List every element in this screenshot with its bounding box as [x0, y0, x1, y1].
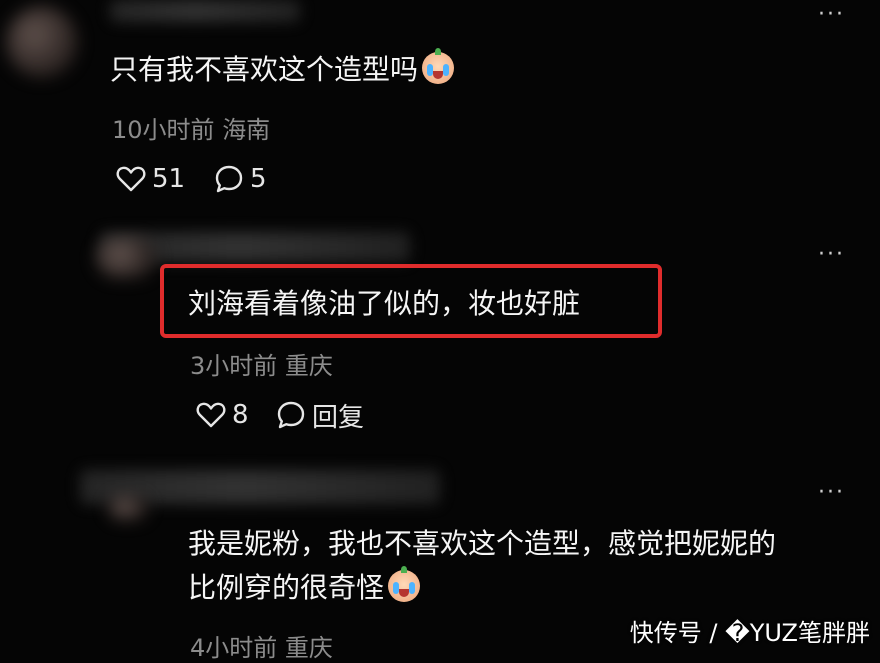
comment-location: 重庆	[284, 634, 333, 662]
comment-text: 我是妮粉，我也不喜欢这个造型，感觉把妮妮的 比例穿的很奇怪	[188, 522, 776, 610]
crying-face-icon	[388, 566, 421, 602]
like-count: 8	[232, 400, 249, 430]
like-button[interactable]: 51	[116, 162, 185, 196]
heart-icon	[196, 402, 226, 428]
comment-time: 3小时前	[190, 352, 278, 380]
comment-bubble-icon	[277, 401, 305, 429]
avatar[interactable]	[108, 496, 148, 520]
more-options-icon[interactable]: ···	[818, 244, 845, 266]
reply-button[interactable]: 5	[214, 162, 267, 196]
username-blurred[interactable]	[110, 0, 300, 22]
comment-location: 重庆	[284, 352, 333, 380]
watermark: 快传号 / �YUZ笔胖胖	[629, 619, 870, 647]
reply-button[interactable]: 回复	[276, 398, 365, 433]
comment-text-line: 我是妮粉，我也不喜欢这个造型，感觉把妮妮的	[188, 527, 777, 560]
like-count: 51	[152, 164, 186, 194]
comment-text: 只有我不喜欢这个造型吗	[110, 48, 455, 92]
reply-count: 5	[250, 164, 267, 194]
like-button[interactable]: 8	[196, 398, 249, 432]
comment-meta: 3小时前 重庆	[190, 346, 333, 381]
comment-time: 10小时前	[112, 116, 215, 144]
comment-text-line: 比例穿的很奇怪	[188, 566, 776, 610]
more-options-icon[interactable]: ···	[818, 482, 845, 504]
avatar[interactable]	[96, 238, 156, 278]
comment-meta: 10小时前 海南	[112, 110, 270, 145]
comment-meta: 4小时前 重庆	[190, 628, 333, 663]
comment-time: 4小时前	[190, 634, 278, 662]
comment-text: 刘海看着像油了似的，妆也好脏	[188, 287, 581, 320]
comment-location: 海南	[222, 116, 271, 144]
comment-text-content: 只有我不喜欢这个造型吗	[110, 53, 419, 86]
comment-text-content: 比例穿的很奇怪	[188, 571, 385, 604]
heart-icon	[116, 166, 146, 192]
avatar[interactable]	[6, 6, 78, 78]
reply-label: 回复	[312, 402, 365, 433]
comment-bubble-icon	[215, 165, 243, 193]
crying-face-icon	[422, 48, 455, 84]
more-options-icon[interactable]: ···	[818, 4, 845, 26]
